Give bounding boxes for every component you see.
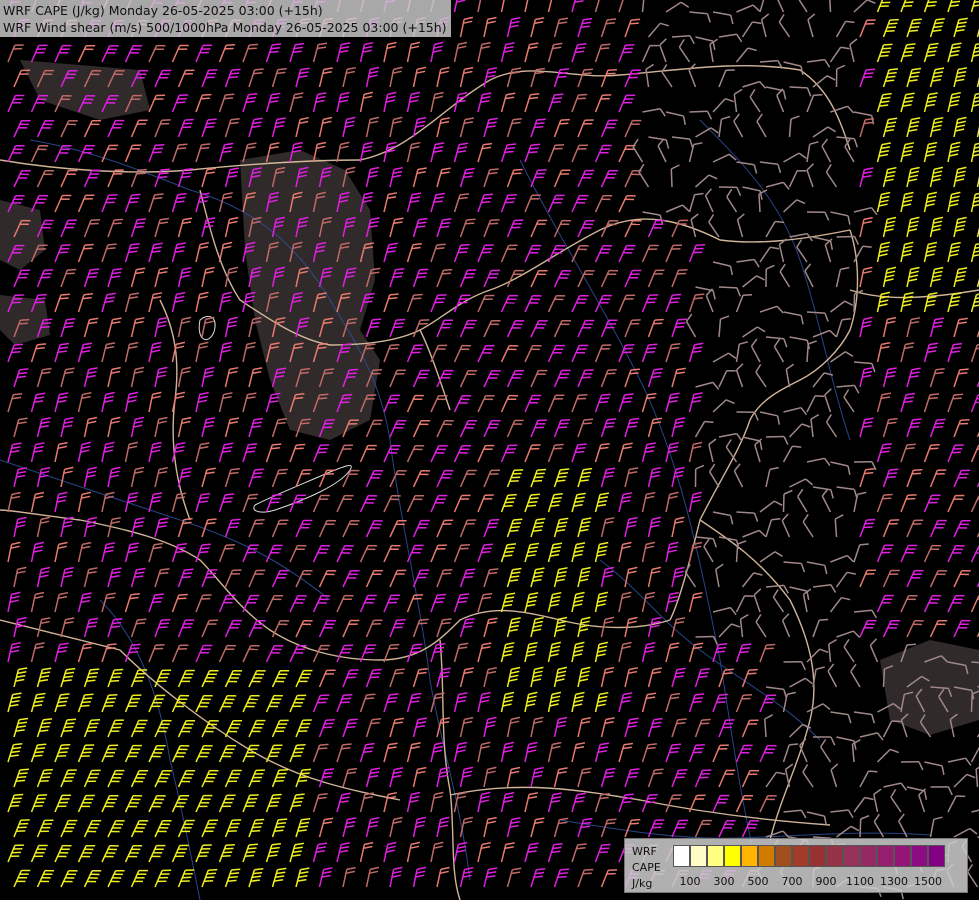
legend-swatch: [911, 845, 928, 867]
legend-swatch: [894, 845, 911, 867]
legend-swatch: [707, 845, 724, 867]
legend-swatch: [673, 845, 690, 867]
legend-color-bar: [673, 845, 945, 867]
legend-swatch: [724, 845, 741, 867]
legend-swatch: [775, 845, 792, 867]
legend-tick-label: 100: [679, 875, 701, 888]
title-wind-shear: WRF Wind shear (m/s) 500/1000hPa Monday …: [3, 20, 447, 35]
legend-tick-label: 1300: [880, 875, 908, 888]
cape-legend: WRF CAPE J/kg 100 300 500 700 900 1100 1300 150…: [624, 838, 968, 893]
legend-swatch: [741, 845, 758, 867]
legend-tick-label: 500: [747, 875, 769, 888]
legend-swatch: [860, 845, 877, 867]
legend-swatch: [843, 845, 860, 867]
map-canvas: [0, 0, 979, 900]
legend-tick-label: 1100: [846, 875, 874, 888]
legend-swatch: [758, 845, 775, 867]
legend-swatch: [826, 845, 843, 867]
legend-tick-label: 300: [713, 875, 735, 888]
legend-label-model: WRF: [632, 845, 657, 858]
weather-map: [0, 0, 979, 900]
legend-swatch: [877, 845, 894, 867]
legend-tick-label: 900: [815, 875, 837, 888]
legend-swatch: [792, 845, 809, 867]
legend-tick-label: 1500: [914, 875, 942, 888]
legend-tick-label: 700: [781, 875, 803, 888]
legend-swatch: [928, 845, 945, 867]
legend-label-unit: J/kg: [632, 877, 653, 890]
legend-swatch: [690, 845, 707, 867]
legend-swatch: [809, 845, 826, 867]
map-title-box: WRF CAPE (J/kg) Monday 26-05-2025 03:00 …: [0, 0, 451, 37]
legend-label-cape: CAPE: [632, 861, 661, 874]
title-cape: WRF CAPE (J/kg) Monday 26-05-2025 03:00 …: [3, 3, 323, 18]
